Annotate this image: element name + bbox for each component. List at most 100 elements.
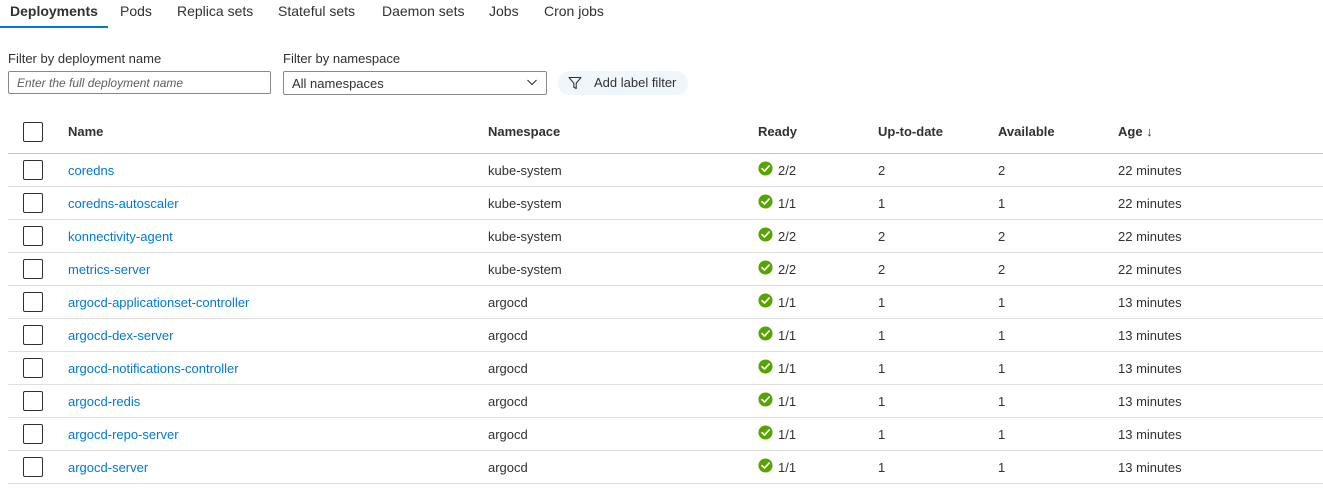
namespace-cell: argocd: [488, 460, 528, 475]
up-to-date-cell: 2: [878, 262, 886, 277]
success-check-icon: [758, 227, 773, 242]
ready-count-cell: 2/2: [778, 229, 797, 244]
add-label-filter-label: Add label filter: [594, 75, 677, 90]
up-to-date-cell: 1: [878, 460, 886, 475]
tab-replica-sets[interactable]: Replica sets: [177, 3, 253, 19]
namespace-cell: argocd: [488, 295, 528, 310]
chevron-down-icon: [526, 76, 538, 91]
available-cell: 1: [998, 295, 1006, 310]
table-row: konnectivity-agent kube-system 2/2 2 2 22 min…: [0, 220, 1323, 253]
deployment-name-link[interactable]: argocd-server: [68, 460, 148, 475]
ready-count-cell: 1/1: [778, 295, 797, 310]
table-row: coredns-autoscaler kube-system 1/1 1 1 22 min…: [0, 187, 1323, 220]
age-cell: 22 minutes: [1118, 262, 1182, 277]
age-cell: 13 minutes: [1118, 328, 1182, 343]
ready-count-cell: 1/1: [778, 460, 797, 475]
up-to-date-cell: 1: [878, 427, 886, 442]
add-label-filter-button[interactable]: Add label filter: [558, 71, 688, 95]
available-cell: 1: [998, 361, 1006, 376]
up-to-date-cell: 1: [878, 394, 886, 409]
row-select-checkbox[interactable]: [23, 391, 43, 411]
deployment-name-filter-input[interactable]: [8, 71, 271, 94]
available-cell: 1: [998, 328, 1006, 343]
age-cell: 13 minutes: [1118, 295, 1182, 310]
row-select-checkbox[interactable]: [23, 193, 43, 213]
success-check-icon: [758, 425, 773, 440]
row-select-checkbox[interactable]: [23, 424, 43, 444]
namespace-filter-value: All namespaces: [292, 76, 384, 91]
tab-stateful-sets[interactable]: Stateful sets: [278, 3, 355, 19]
success-check-icon: [758, 260, 773, 275]
up-to-date-cell: 1: [878, 328, 886, 343]
available-cell: 1: [998, 394, 1006, 409]
deployment-name-link[interactable]: argocd-repo-server: [68, 427, 179, 442]
age-cell: 13 minutes: [1118, 427, 1182, 442]
namespace-cell: kube-system: [488, 196, 562, 211]
table-row: coredns kube-system 2/2 2 2 22 minutes: [0, 154, 1323, 187]
success-check-icon: [758, 161, 773, 176]
deployment-name-link[interactable]: metrics-server: [68, 262, 150, 277]
deployment-name-link[interactable]: coredns-autoscaler: [68, 196, 179, 211]
table-row: metrics-server kube-system 2/2 2 2 22 minutes: [0, 253, 1323, 286]
row-select-checkbox[interactable]: [23, 160, 43, 180]
deployment-name-link[interactable]: argocd-dex-server: [68, 328, 174, 343]
success-check-icon: [758, 458, 773, 473]
age-cell: 22 minutes: [1118, 163, 1182, 178]
available-cell: 2: [998, 163, 1006, 178]
tab-daemon-sets[interactable]: Daemon sets: [382, 3, 464, 19]
deployment-name-link[interactable]: coredns: [68, 163, 114, 178]
column-header-ready[interactable]: Ready: [758, 124, 797, 139]
ready-count-cell: 2/2: [778, 262, 797, 277]
deployment-name-link[interactable]: argocd-redis: [68, 394, 140, 409]
column-header-age[interactable]: Age ↓: [1118, 124, 1153, 139]
available-cell: 1: [998, 196, 1006, 211]
tab-deployments[interactable]: Deployments: [10, 3, 98, 19]
ready-count-cell: 1/1: [778, 361, 797, 376]
column-header-available[interactable]: Available: [998, 124, 1055, 139]
age-cell: 22 minutes: [1118, 196, 1182, 211]
row-select-checkbox[interactable]: [23, 292, 43, 312]
namespace-cell: argocd: [488, 328, 528, 343]
column-header-name[interactable]: Name: [68, 124, 103, 139]
active-tab-indicator: [0, 26, 108, 28]
available-cell: 2: [998, 229, 1006, 244]
column-header-up-to-date[interactable]: Up-to-date: [878, 124, 943, 139]
deployment-name-link[interactable]: argocd-notifications-controller: [68, 361, 239, 376]
deployment-name-link[interactable]: konnectivity-agent: [68, 229, 173, 244]
available-cell: 2: [998, 262, 1006, 277]
success-check-icon: [758, 293, 773, 308]
deployment-name-filter-label: Filter by deployment name: [8, 51, 162, 66]
success-check-icon: [758, 359, 773, 374]
table-row: argocd-applicationset-controller argocd 1/…: [0, 286, 1323, 319]
tab-jobs[interactable]: Jobs: [489, 3, 519, 19]
row-select-checkbox[interactable]: [23, 226, 43, 246]
namespace-cell: kube-system: [488, 262, 562, 277]
column-header-namespace[interactable]: Namespace: [488, 124, 560, 139]
table-row: argocd-repo-server argocd 1/1 1 1 13 minutes: [0, 418, 1323, 451]
up-to-date-cell: 1: [878, 196, 886, 211]
tab-pods[interactable]: Pods: [120, 3, 152, 19]
row-divider: [8, 483, 1323, 484]
age-cell: 13 minutes: [1118, 394, 1182, 409]
filter-funnel-icon: [568, 76, 582, 93]
deployment-name-link[interactable]: argocd-applicationset-controller: [68, 295, 249, 310]
available-cell: 1: [998, 427, 1006, 442]
age-cell: 22 minutes: [1118, 229, 1182, 244]
row-select-checkbox[interactable]: [23, 259, 43, 279]
table-row: argocd-notifications-controller argocd 1/1…: [0, 352, 1323, 385]
row-select-checkbox[interactable]: [23, 325, 43, 345]
row-select-checkbox[interactable]: [23, 358, 43, 378]
ready-count-cell: 1/1: [778, 196, 797, 211]
up-to-date-cell: 1: [878, 361, 886, 376]
success-check-icon: [758, 326, 773, 341]
table-row: argocd-dex-server argocd 1/1 1 1 13 minutes: [0, 319, 1323, 352]
select-all-checkbox[interactable]: [23, 122, 43, 142]
resource-tabs: Deployments Pods Replica sets Stateful s…: [0, 0, 1323, 30]
tab-cron-jobs[interactable]: Cron jobs: [544, 3, 604, 19]
row-select-checkbox[interactable]: [23, 457, 43, 477]
age-cell: 13 minutes: [1118, 361, 1182, 376]
ready-count-cell: 1/1: [778, 394, 797, 409]
available-cell: 1: [998, 460, 1006, 475]
namespace-filter-select[interactable]: All namespaces: [283, 71, 547, 95]
ready-count-cell: 2/2: [778, 163, 797, 178]
